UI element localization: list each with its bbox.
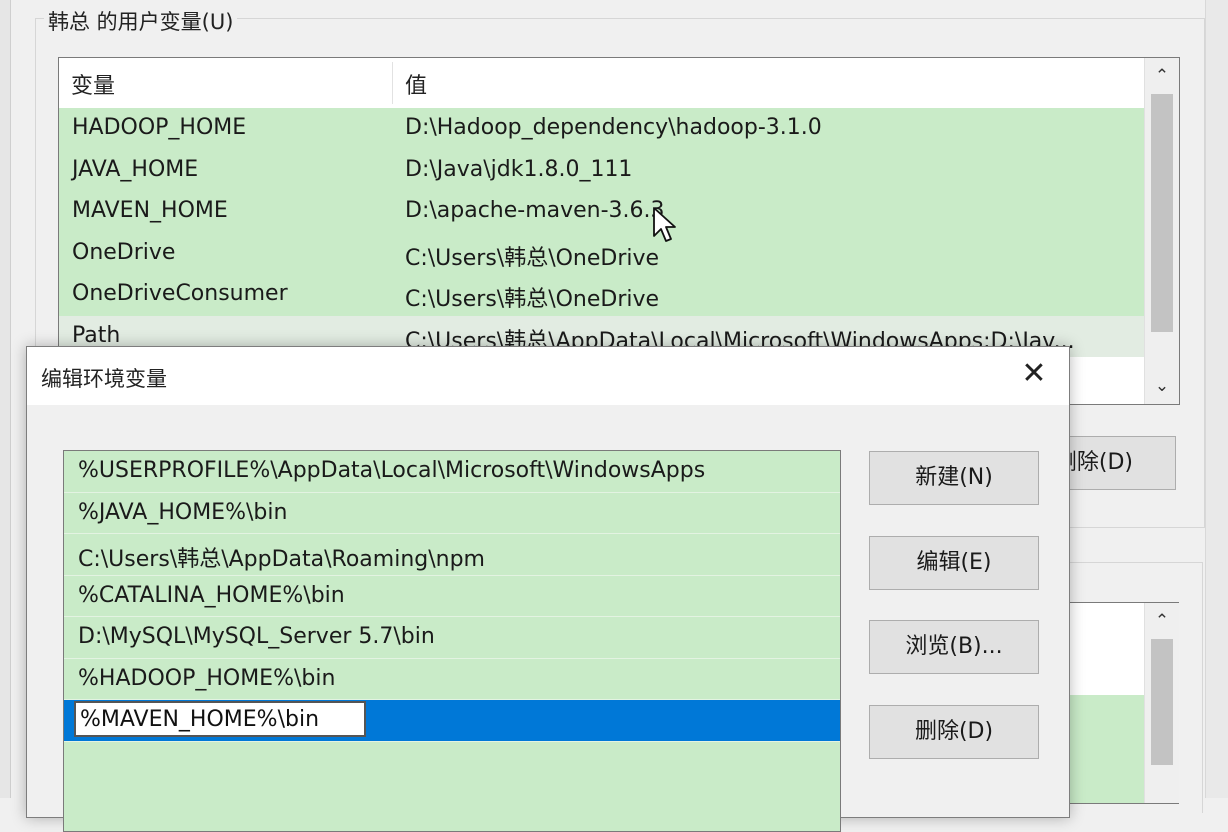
edit-button[interactable]: 编辑(E)	[869, 536, 1039, 590]
header-variable[interactable]: 变量	[71, 68, 115, 100]
background-window-edge-right	[1205, 0, 1228, 798]
scroll-up-icon[interactable]: ⌃	[1145, 605, 1179, 637]
inline-edit-box	[74, 701, 366, 737]
path-entry-input[interactable]	[80, 705, 360, 733]
close-icon[interactable]: ✕	[1017, 357, 1051, 391]
path-entry[interactable]: C:\Users\韩总\AppData\Roaming\npm	[64, 534, 840, 576]
variable-row[interactable]: OneDriveConsumer C:\Users\韩总\OneDrive	[59, 274, 1144, 316]
user-variables-scrollbar[interactable]: ⌃ ⌄	[1144, 58, 1179, 404]
mouse-pointer-icon	[653, 207, 676, 242]
scrollbar-thumb[interactable]	[1151, 94, 1173, 332]
variable-name: OneDrive	[72, 239, 176, 265]
path-entry[interactable]: %CATALINA_HOME%\bin	[64, 576, 840, 617]
dialog-title: 编辑环境变量	[41, 367, 167, 391]
scroll-up-icon[interactable]: ⌃	[1145, 60, 1179, 92]
variable-value: C:\Users\韩总\OneDrive	[405, 287, 660, 312]
variable-row[interactable]: MAVEN_HOME D:\apache-maven-3.6.3	[59, 191, 1144, 233]
variable-value: D:\apache-maven-3.6.3	[405, 198, 665, 223]
variable-value: D:\Hadoop_dependency\hadoop-3.1.0	[405, 115, 822, 140]
variable-row[interactable]: OneDrive C:\Users\韩总\OneDrive	[59, 232, 1144, 274]
variable-name: Path	[72, 322, 121, 348]
variable-row[interactable]: HADOOP_HOME D:\Hadoop_dependency\hadoop-…	[59, 108, 1144, 150]
path-entry-text: C:\Users\韩总\AppData\Roaming\npm	[78, 547, 485, 572]
path-entry[interactable]: %JAVA_HOME%\bin	[64, 493, 840, 534]
system-variables-scrollbar[interactable]: ⌃	[1144, 603, 1179, 803]
scroll-down-icon[interactable]: ⌄	[1145, 370, 1179, 402]
scrollbar-thumb[interactable]	[1151, 639, 1173, 765]
path-entries-list[interactable]: %USERPROFILE%\AppData\Local\Microsoft\Wi…	[63, 450, 841, 832]
variable-name: HADOOP_HOME	[72, 115, 247, 140]
path-entry-editing[interactable]	[64, 700, 840, 742]
edit-environment-variable-dialog: 编辑环境变量 ✕ %USERPROFILE%\AppData\Local\Mic…	[26, 346, 1070, 832]
delete-button[interactable]: 删除(D)	[869, 705, 1039, 759]
path-entry-text: %HADOOP_HOME%\bin	[78, 665, 336, 691]
variable-value: C:\Users\韩总\OneDrive	[405, 245, 660, 271]
variable-name: OneDriveConsumer	[72, 281, 288, 306]
path-entry[interactable]: D:\MySQL\MySQL_Server 5.7\bin	[64, 617, 840, 659]
user-variables-group-title: 韩总 的用户变量(U)	[44, 6, 238, 36]
background-window-edge	[0, 0, 11, 798]
list-header: 变量 值	[59, 58, 1144, 108]
path-entry-text: %USERPROFILE%\AppData\Local\Microsoft\Wi…	[78, 458, 706, 483]
browse-button[interactable]: 浏览(B)...	[869, 620, 1039, 674]
path-entry-text: %JAVA_HOME%\bin	[78, 499, 288, 525]
variable-rows: HADOOP_HOME D:\Hadoop_dependency\hadoop-…	[59, 108, 1144, 357]
header-value[interactable]: 值	[405, 68, 427, 100]
header-divider[interactable]	[392, 62, 393, 104]
path-entry[interactable]: %USERPROFILE%\AppData\Local\Microsoft\Wi…	[64, 451, 840, 493]
dialog-titlebar[interactable]	[27, 347, 1069, 405]
new-button[interactable]: 新建(N)	[869, 451, 1039, 505]
variable-row[interactable]: JAVA_HOME D:\Java\jdk1.8.0_111	[59, 149, 1144, 191]
path-entry-text: %CATALINA_HOME%\bin	[78, 582, 345, 608]
path-entry[interactable]: %HADOOP_HOME%\bin	[64, 659, 840, 700]
variable-name: JAVA_HOME	[72, 156, 199, 182]
variable-name: MAVEN_HOME	[72, 198, 228, 223]
variable-value: D:\Java\jdk1.8.0_111	[405, 156, 633, 182]
path-entry-text: D:\MySQL\MySQL_Server 5.7\bin	[78, 624, 435, 649]
